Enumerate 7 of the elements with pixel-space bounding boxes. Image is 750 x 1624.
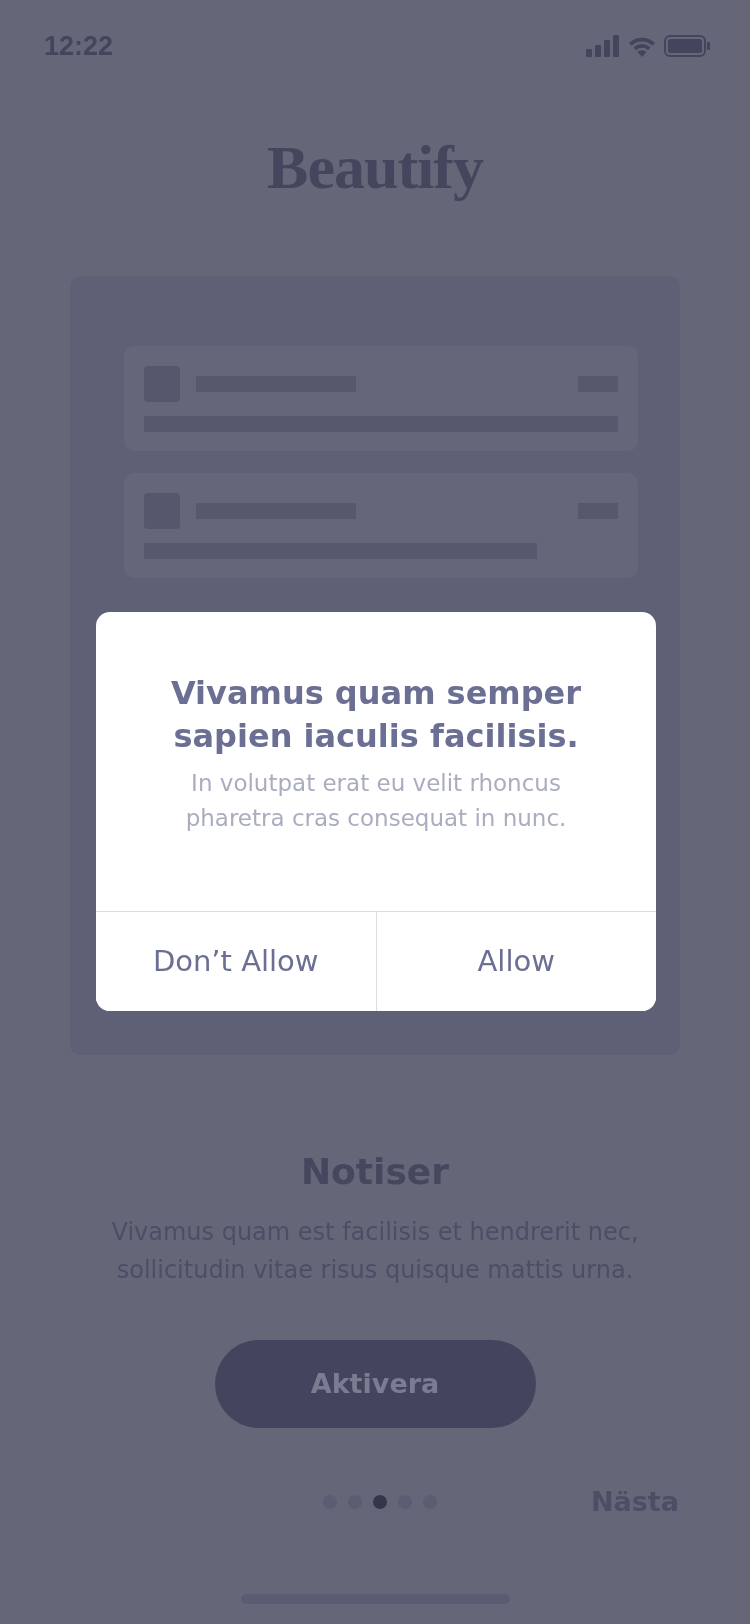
page-dot[interactable]: [373, 1494, 387, 1509]
dialog-message: In volutpat erat eu velit rhoncus pharetra cras consequat in nunc.: [184, 769, 568, 833]
dialog-title: Vivamus quam semper sapien iaculis facilisis.: [169, 673, 583, 758]
dialog-button[interactable]: Allow: [375, 912, 656, 1011]
signal-icon: [586, 35, 620, 57]
wifi-icon: [628, 35, 656, 57]
battery-icon: [664, 35, 710, 57]
